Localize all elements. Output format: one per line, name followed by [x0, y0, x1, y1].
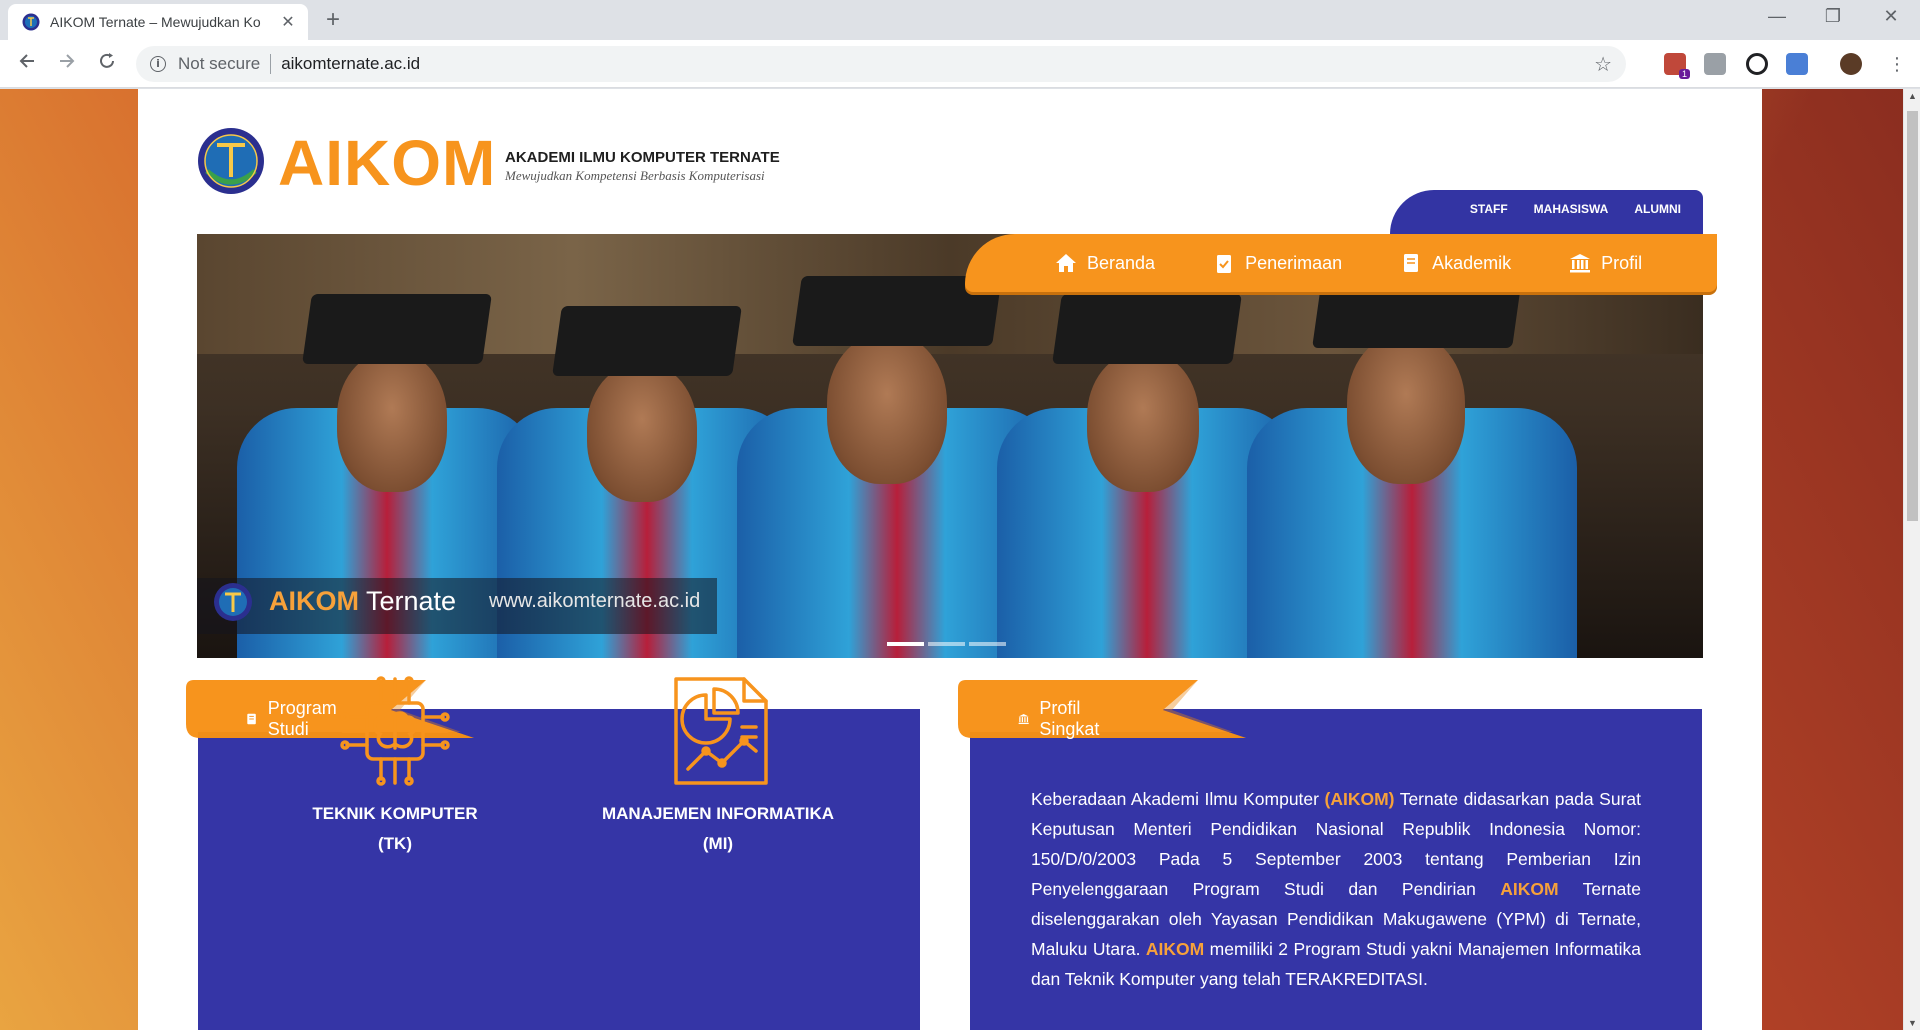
- graduate-face: [337, 352, 447, 492]
- institution-tagline: Mewujudkan Kompetensi Berbasis Komputeri…: [505, 168, 765, 183]
- close-window-button[interactable]: ✕: [1876, 6, 1906, 27]
- graduate-face: [1087, 352, 1199, 492]
- slider-dot-2[interactable]: [928, 642, 965, 646]
- top-nav-alumni[interactable]: ALUMNI: [1634, 202, 1681, 216]
- slider-indicators: [887, 642, 1010, 646]
- nav-penerimaan[interactable]: Penerimaan: [1213, 253, 1342, 274]
- address-bar[interactable]: i Not secure aikomternate.ac.id ☆: [136, 46, 1626, 82]
- reload-button[interactable]: [94, 51, 120, 77]
- site-brand[interactable]: AIKOM: [278, 127, 496, 199]
- graduation-cap: [552, 306, 742, 376]
- profile-highlight: AIKOM: [1500, 879, 1559, 899]
- browser-tab[interactable]: AIKOM Ternate – Mewujudkan Ko ✕: [8, 4, 308, 40]
- page-scrollbar[interactable]: ▲ ▼: [1903, 89, 1920, 1030]
- tab-title: AIKOM Ternate – Mewujudkan Ko: [50, 14, 261, 30]
- graduate-face: [1347, 334, 1465, 484]
- graduate-face: [827, 334, 947, 484]
- book-icon: [247, 713, 256, 725]
- aikom-favicon-icon: [22, 13, 40, 31]
- clipboard-check-icon: [1217, 255, 1232, 273]
- program-mi[interactable]: MANAJEMEN INFORMATIKA (MI): [568, 677, 868, 859]
- hero-brand-bold: AIKOM: [269, 586, 359, 616]
- new-tab-button[interactable]: +: [326, 8, 340, 32]
- arrow-left-icon: [19, 54, 34, 68]
- scrollbar-thumb[interactable]: [1907, 111, 1918, 521]
- sync-extension-icon[interactable]: [1746, 53, 1768, 75]
- program-tk-abbr: (TK): [378, 834, 412, 853]
- scroll-down-icon[interactable]: ▼: [1904, 1018, 1920, 1028]
- top-nav-mahasiswa[interactable]: MAHASISWA: [1534, 202, 1609, 216]
- extension-badge-count: 1: [1678, 69, 1690, 79]
- not-secure-label: Not secure: [178, 54, 261, 73]
- reload-icon: [100, 53, 114, 68]
- tab-strip: AIKOM Ternate – Mewujudkan Ko ✕ + — ❐ ✕: [0, 0, 1920, 40]
- bookmark-star-icon[interactable]: ☆: [1594, 52, 1612, 77]
- arrow-right-icon: [60, 54, 75, 68]
- aikom-logo-icon: [198, 128, 264, 194]
- forward-button[interactable]: [54, 51, 80, 77]
- top-nav: STAFF MAHASISWA ALUMNI: [1390, 190, 1703, 238]
- camera-extension-icon[interactable]: [1704, 53, 1726, 75]
- profil-singkat-text: Keberadaan Akademi Ilmu Komputer (AIKOM)…: [1031, 784, 1641, 994]
- institution-icon: [1570, 254, 1591, 273]
- program-studi-title-text: Program Studi: [267, 698, 337, 739]
- profil-singkat-title: Profil Singkat: [1018, 698, 1106, 740]
- aikom-logo-icon: [214, 583, 252, 621]
- book-icon: [1404, 254, 1419, 272]
- slider-dot-1[interactable]: [887, 642, 924, 646]
- address-separator: [270, 54, 272, 74]
- profile-highlight: (AIKOM): [1324, 789, 1395, 809]
- nav-beranda[interactable]: Beranda: [1055, 253, 1155, 274]
- graduation-cap: [302, 294, 492, 364]
- scroll-up-icon[interactable]: ▲: [1904, 91, 1920, 101]
- hero-brand-light: Ternate: [366, 586, 457, 616]
- profile-highlight: AIKOM: [1145, 939, 1205, 959]
- nav-beranda-label: Beranda: [1087, 252, 1156, 273]
- top-nav-staff[interactable]: STAFF: [1470, 202, 1508, 216]
- document-chart-icon: [674, 677, 768, 785]
- hero-caption-brand: AIKOM Ternate: [269, 586, 456, 617]
- menu-kebab-icon[interactable]: ⋮: [1884, 51, 1910, 77]
- page-viewport: AIKOM AKADEMI ILMU KOMPUTER TERNATE Mewu…: [0, 89, 1920, 1030]
- back-button[interactable]: [14, 51, 40, 77]
- slider-dot-3[interactable]: [969, 642, 1006, 646]
- institution-name: AKADEMI ILMU KOMPUTER TERNATE: [505, 149, 780, 166]
- circuit-brain-icon: [340, 676, 450, 786]
- url-text[interactable]: aikomternate.ac.id: [281, 54, 420, 74]
- program-tk-name: TEKNIK KOMPUTER: [312, 804, 478, 823]
- tab-close-icon[interactable]: ✕: [278, 12, 298, 32]
- program-studi-panel: [198, 709, 920, 1030]
- nav-akademik-label: Akademik: [1432, 252, 1512, 273]
- program-mi-abbr: (MI): [702, 834, 734, 853]
- profil-singkat-title-text: Profil Singkat: [1039, 698, 1100, 739]
- nav-penerimaan-label: Penerimaan: [1245, 252, 1343, 273]
- restore-button[interactable]: ❐: [1818, 6, 1848, 27]
- hero-slider[interactable]: AIKOM Ternate www.aikomternate.ac.id: [197, 234, 1703, 658]
- program-mi-name: MANAJEMEN INFORMATIKA: [601, 804, 834, 823]
- browser-toolbar: i Not secure aikomternate.ac.id ☆ 1 ⋮: [0, 40, 1920, 88]
- graduation-cap: [1052, 294, 1242, 364]
- graduate-face: [587, 364, 697, 502]
- translate-extension-icon[interactable]: [1786, 53, 1808, 75]
- program-tk[interactable]: TEKNIK KOMPUTER (TK): [245, 676, 545, 859]
- hero-caption-url: www.aikomternate.ac.id: [489, 590, 701, 612]
- info-icon[interactable]: i: [150, 56, 166, 72]
- page-container: AIKOM AKADEMI ILMU KOMPUTER TERNATE Mewu…: [138, 89, 1762, 1030]
- profile-avatar[interactable]: [1840, 53, 1862, 75]
- extension-badge-icon[interactable]: 1: [1664, 53, 1690, 79]
- program-studi-title: Program Studi: [246, 698, 343, 740]
- nav-profil-label: Profil: [1601, 252, 1643, 273]
- main-nav: Beranda Penerimaan Akademik Profil: [965, 234, 1717, 292]
- institution-icon: [1018, 713, 1029, 725]
- home-icon: [1056, 254, 1076, 272]
- nav-akademik[interactable]: Akademik: [1400, 253, 1511, 274]
- profile-text-part: Keberadaan Akademi Ilmu Komputer: [1031, 789, 1325, 809]
- nav-profil[interactable]: Profil: [1569, 253, 1642, 274]
- minimize-button[interactable]: —: [1762, 6, 1792, 27]
